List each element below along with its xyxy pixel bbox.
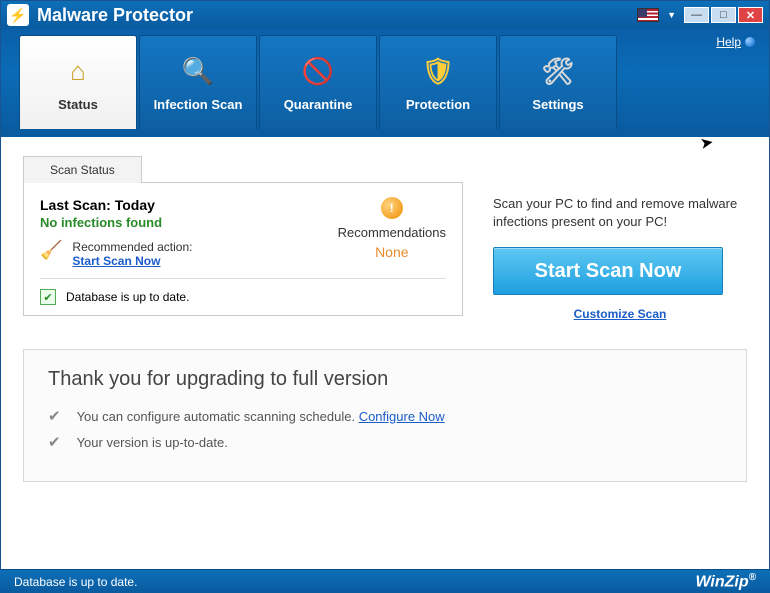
main-tabs: ⌂ Status 🔍 Infection Scan 🚫 Quarantine 🛡… [1,29,769,129]
tab-quarantine-label: Quarantine [284,97,353,112]
infection-status: No infections found [40,215,193,230]
scan-status-tab[interactable]: Scan Status [23,156,142,183]
upgrade-panel: Thank you for upgrading to full version … [23,349,747,482]
flag-icon[interactable] [637,8,659,22]
last-scan-value: Today [115,197,155,213]
tab-settings[interactable]: 🛠 Settings [499,35,617,129]
recommended-action-link[interactable]: Start Scan Now [72,254,160,268]
close-button[interactable]: ✕ [738,7,763,23]
help-icon[interactable] [745,37,755,47]
tab-protection[interactable]: 🛡 Protection [379,35,497,129]
app-title: Malware Protector [37,5,193,26]
recommendations-value: None [338,244,446,260]
status-bar: Database is up to date. WinZip® [0,569,770,593]
bug-block-icon: 🚫 [300,53,336,89]
database-status: Database is up to date. [66,290,189,304]
start-scan-button[interactable]: Start Scan Now [493,247,723,295]
home-icon: ⌂ [60,53,96,89]
tab-infection-scan[interactable]: 🔍 Infection Scan [139,35,257,129]
check-icon: ✔ [40,289,56,305]
tab-scan-label: Infection Scan [154,97,243,112]
tab-settings-label: Settings [532,97,583,112]
warning-icon: ! [381,197,403,219]
configure-now-link[interactable]: Configure Now [359,409,445,424]
app-icon: ⚡ [7,4,29,26]
promo-text: Scan your PC to find and remove malware … [493,195,747,231]
check-icon: ✔ [48,407,61,425]
tab-status[interactable]: ⌂ Status [19,35,137,129]
broom-icon: 🧹 [40,240,62,261]
tab-status-label: Status [58,97,98,112]
upgrade-line1-text: You can configure automatic scanning sch… [77,409,359,424]
minimize-button[interactable]: — [684,7,709,23]
magnifier-icon: 🔍 [180,53,216,89]
check-icon: ✔ [48,433,61,451]
flag-dropdown-icon[interactable]: ▼ [667,10,676,20]
tools-icon: 🛠 [540,53,576,89]
maximize-button[interactable]: □ [711,7,736,23]
scan-status-panel: Last Scan: Today No infections found 🧹 R… [23,182,463,316]
upgrade-line2-text: Your version is up-to-date. [77,435,228,450]
brand-logo: WinZip® [695,572,756,591]
tab-quarantine[interactable]: 🚫 Quarantine [259,35,377,129]
upgrade-title: Thank you for upgrading to full version [48,368,722,391]
last-scan: Last Scan: Today [40,197,193,213]
divider [40,278,446,279]
tab-protection-label: Protection [406,97,470,112]
mouse-cursor-icon: ➤ [698,132,715,154]
shield-icon: 🛡 [420,53,456,89]
status-text: Database is up to date. [14,575,137,589]
help-link[interactable]: Help [716,35,741,49]
recommendations-label: Recommendations [338,225,446,240]
last-scan-label: Last Scan: [40,197,111,213]
customize-scan-link[interactable]: Customize Scan [574,307,667,321]
recommended-action-label: Recommended action: [72,240,192,254]
